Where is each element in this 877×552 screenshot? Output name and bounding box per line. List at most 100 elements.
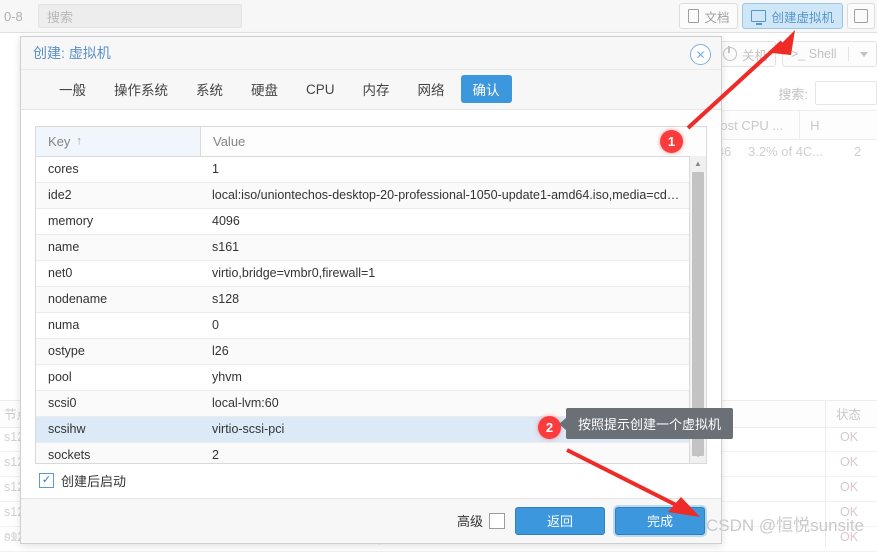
table-row[interactable]: nodename s128 [36,286,706,313]
row-key: pool [48,370,72,385]
close-icon[interactable]: ✕ [690,44,711,65]
create-vm-dialog: 创建: 虚拟机 ✕ 一般 操作系统 系统 硬盘 CPU 内存 网络 确认 Key… [20,36,722,544]
advanced-label: 高级 [456,514,483,530]
row-value: 0 [212,318,219,333]
doc-icon [688,9,700,23]
global-search-placeholder: 搜索 [47,9,74,25]
cube-icon [854,9,868,23]
row-value: s128 [212,292,240,307]
tab-network[interactable]: 网络 [406,75,457,103]
create-ct-button[interactable] [847,3,875,29]
back-button[interactable]: 返回 [515,506,605,535]
advanced-checkbox[interactable] [489,512,505,529]
row-key: ostype [48,344,85,359]
tab-disk[interactable]: 硬盘 [239,75,290,103]
tab-general[interactable]: 一般 [47,75,98,103]
table-row[interactable]: cores 1 [36,157,706,183]
documentation-button[interactable]: 文档 [679,3,739,29]
topbar-actions: 文档 创建虚拟机 [679,3,877,29]
shell-label: >_ Shell [791,47,837,61]
dialog-footer: 高级 返回 完成 [21,497,721,543]
shell-separator [847,47,849,61]
row-key: scsihw [48,422,86,437]
bg-cell-extra: 2 [854,143,862,159]
dialog-tabs: 一般 操作系统 系统 硬盘 CPU 内存 网络 确认 [21,69,721,110]
row-key: name [48,240,80,255]
table-row[interactable]: numa 0 [36,313,706,339]
column-header-key[interactable]: Key ↑ [36,126,201,156]
shell-button[interactable]: >_ Shell [782,41,877,67]
table-row[interactable]: ide2 local:iso/uniontechos-desktop-20-pr… [36,182,706,209]
row-value: local:iso/uniontechos-desktop-20-profess… [212,188,680,203]
bg-cell-cpu: 3.2% of 4C... [748,143,824,159]
tab-memory[interactable]: 内存 [351,75,402,103]
bg-col-h[interactable]: H [799,111,877,139]
row-value: 2 [212,448,219,463]
row-key: memory [48,214,94,229]
dialog-body: Key ↑ Value cores 1 ide2 local:iso/union… [21,109,721,498]
bg-status-col-header[interactable]: 状态 [836,404,861,423]
create-vm-label: 创建虚拟机 [771,10,834,25]
start-after-create-checkbox[interactable]: ✓ [39,473,54,489]
bg-task-time: 09 [4,530,18,544]
annotation-tooltip: 按照提示创建一个虚拟机 [558,408,734,439]
tab-system[interactable]: 系统 [184,75,235,103]
node-action-bar: 关机 >_ Shell [714,40,877,68]
caret-up-icon[interactable]: ▲ [690,155,706,172]
start-after-create-label: 创建后启动 [61,474,127,490]
grid-search-row: 搜索: [700,78,877,108]
bg-node-status: OK [840,480,859,494]
tab-confirm[interactable]: 确认 [460,75,512,104]
grid-search-label: 搜索: [778,86,808,102]
start-after-create-row: ✓ 创建后启动 [35,464,707,498]
tab-cpu[interactable]: CPU [294,78,347,101]
shutdown-button[interactable]: 关机 [714,41,777,67]
annotation-tooltip-text: 按照提示创建一个虚拟机 [578,417,722,432]
row-value: s161 [212,240,240,255]
grid-search-input[interactable] [815,81,877,105]
table-row[interactable]: name s161 [36,234,706,261]
table-row[interactable]: net0 virtio,bridge=vmbr0,firewall=1 [36,261,706,287]
table-row[interactable]: pool yhvm [36,365,706,391]
finish-button[interactable]: 完成 [615,506,705,535]
annotation-badge-2: 2 [538,416,561,439]
row-value: 1 [212,162,219,177]
bg-table-row: 8:46 3.2% of 4C... 2 [700,138,877,164]
annotation-badge-1: 1 [660,130,683,153]
power-icon [723,46,737,61]
topbar-version-text: 0-8 [4,8,23,24]
column-header-key-label: Key [48,133,71,149]
table-row[interactable]: memory 4096 [36,209,706,235]
row-key: net0 [48,266,73,281]
row-key: ide2 [48,188,72,203]
row-key: scsi0 [48,396,77,411]
app-topbar: 0-8 搜索 文档 创建虚拟机 [0,0,877,33]
watermark: CSDN @恒悦sunsite [706,516,865,535]
tab-os[interactable]: 操作系统 [102,75,180,103]
create-vm-button[interactable]: 创建虚拟机 [742,3,843,29]
row-key: nodename [48,292,108,307]
bg-node-status: OK [840,430,859,444]
page-title: 创建: 虚拟机 [33,44,111,61]
documentation-label: 文档 [704,10,730,25]
grid-header-row: Key ↑ Value [36,126,706,157]
global-search-input[interactable]: 搜索 [38,4,242,28]
dialog-header: 创建: 虚拟机 ✕ [21,37,721,70]
column-header-value-label: Value [213,133,246,149]
row-value: virtio,bridge=vmbr0,firewall=1 [212,266,376,281]
table-row[interactable]: sockets 2 [36,442,706,463]
row-key: sockets [48,448,91,463]
sort-ascending-icon: ↑ [76,135,82,148]
table-row[interactable]: ostype l26 [36,338,706,365]
shutdown-label: 关机 [742,48,768,63]
row-key: numa [48,318,80,333]
bg-node-status: OK [840,455,859,469]
scrollbar-track[interactable] [690,171,706,456]
column-header-value[interactable]: Value [201,126,706,156]
checkmark-icon: ✓ [41,474,52,487]
row-key: cores [48,162,79,177]
monitor-icon [751,10,767,25]
chevron-down-icon[interactable] [859,51,868,57]
row-value: l26 [212,344,229,359]
advanced-toggle[interactable]: 高级 [457,511,505,530]
